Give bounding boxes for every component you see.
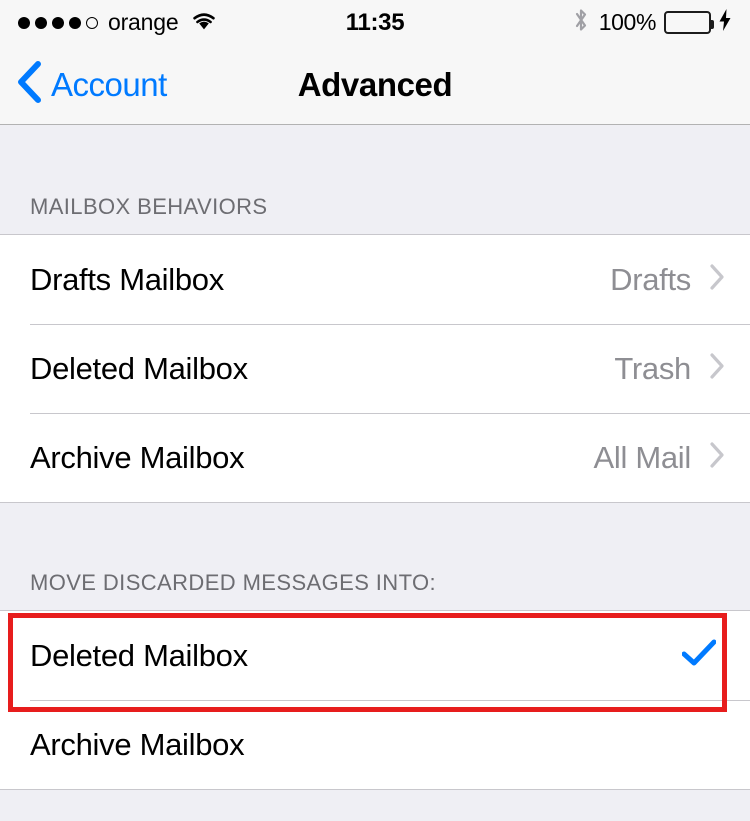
back-button[interactable]: Account xyxy=(16,45,167,124)
row-option-archive-mailbox[interactable]: Archive Mailbox xyxy=(0,700,750,789)
row-label: Deleted Mailbox xyxy=(30,637,248,673)
lightning-bolt-icon xyxy=(718,8,732,37)
checkmark-icon xyxy=(681,639,717,672)
row-label: Deleted Mailbox xyxy=(30,350,248,386)
signal-dot-5 xyxy=(86,16,98,29)
navigation-bar: Account Advanced xyxy=(0,45,750,125)
carrier-label: orange xyxy=(108,9,179,35)
row-drafts-mailbox[interactable]: Drafts Mailbox Drafts xyxy=(0,235,750,324)
section-header-move-discarded-messages: MOVE DISCARDED MESSAGES INTO: xyxy=(0,503,750,610)
row-label: Archive Mailbox xyxy=(30,726,245,762)
status-bar: orange 11:35 100% xyxy=(0,0,750,45)
iphone-screen: orange 11:35 100% Account Advanced MAILB… xyxy=(0,0,750,821)
chevron-right-icon xyxy=(709,263,726,296)
chevron-right-icon xyxy=(709,441,726,474)
row-deleted-mailbox[interactable]: Deleted Mailbox Trash xyxy=(0,324,750,413)
table-footer-gap xyxy=(0,790,750,814)
status-bar-center: 11:35 xyxy=(346,9,405,37)
row-value: Trash xyxy=(614,350,691,386)
section-group-move-discarded-messages: Deleted Mailbox Archive Mailbox xyxy=(0,610,750,790)
battery-cap xyxy=(711,20,714,29)
wifi-icon xyxy=(190,10,218,36)
signal-dot-3 xyxy=(52,16,64,29)
bluetooth-icon xyxy=(573,7,589,38)
chevron-left-icon xyxy=(16,61,42,108)
settings-table: MAILBOX BEHAVIORS Drafts Mailbox Drafts … xyxy=(0,126,750,821)
row-value: Drafts xyxy=(610,261,691,297)
chevron-right-icon xyxy=(709,352,726,385)
status-bar-right: 100% xyxy=(404,7,732,38)
section-group-mailbox-behaviors: Drafts Mailbox Drafts Deleted Mailbox Tr… xyxy=(0,234,750,503)
cellular-signal-icon xyxy=(18,16,98,29)
row-archive-mailbox[interactable]: Archive Mailbox All Mail xyxy=(0,413,750,502)
signal-dot-1 xyxy=(18,16,30,29)
back-button-label: Account xyxy=(51,65,167,103)
section-header-mailbox-behaviors: MAILBOX BEHAVIORS xyxy=(0,126,750,234)
signal-dot-2 xyxy=(35,16,47,29)
battery-icon xyxy=(664,11,714,34)
row-label: Archive Mailbox xyxy=(30,439,245,475)
status-bar-left: orange xyxy=(18,9,346,36)
signal-dot-4 xyxy=(69,16,81,29)
battery-percentage-label: 100% xyxy=(598,9,657,35)
clock-label: 11:35 xyxy=(345,8,405,36)
row-label: Drafts Mailbox xyxy=(30,261,224,297)
row-value: All Mail xyxy=(593,439,691,475)
row-option-deleted-mailbox[interactable]: Deleted Mailbox xyxy=(0,611,750,700)
